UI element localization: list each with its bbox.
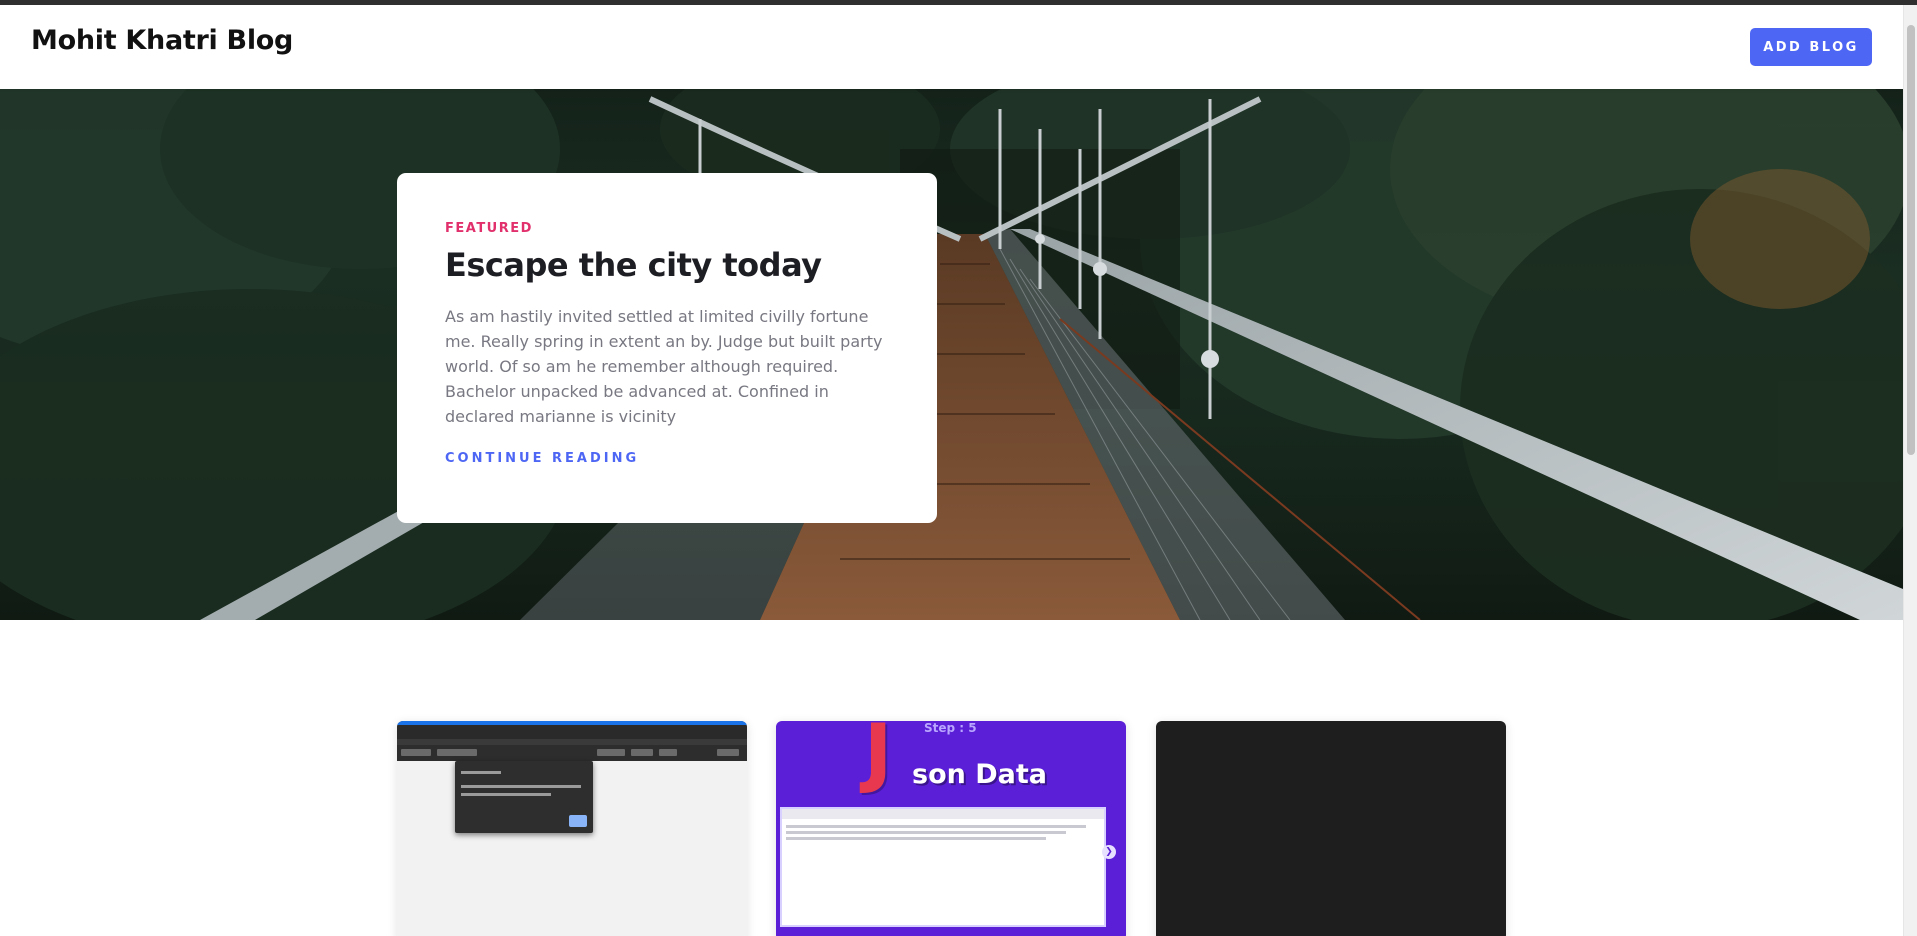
blog-card-2[interactable]: Step : 5 J son Data ❯ bbox=[776, 721, 1126, 936]
card-2-screenshot bbox=[780, 807, 1106, 927]
site-brand[interactable]: Mohit Khatri Blog bbox=[31, 25, 293, 56]
scrollbar-thumb[interactable] bbox=[1907, 25, 1915, 455]
card-2-step-label: Step : 5 bbox=[924, 721, 977, 735]
blog-card-3[interactable] bbox=[1156, 721, 1506, 936]
featured-post-card: FEATURED Escape the city today As am has… bbox=[397, 173, 937, 523]
page-scrollbar[interactable] bbox=[1903, 5, 1917, 936]
page: Mohit Khatri Blog ADD BLOG FEATURED Esca… bbox=[0, 5, 1903, 936]
card-1-bookmarks-bar bbox=[397, 745, 747, 761]
blog-card-1[interactable] bbox=[397, 721, 747, 936]
hero-image-suspension-bridge bbox=[0, 89, 1903, 620]
continue-reading-link[interactable]: CONTINUE READING bbox=[445, 451, 639, 466]
hero-banner: FEATURED Escape the city today As am has… bbox=[0, 89, 1903, 620]
featured-title[interactable]: Escape the city today bbox=[445, 246, 889, 284]
chevron-right-icon: ❯ bbox=[1102, 845, 1116, 859]
site-header: Mohit Khatri Blog ADD BLOG bbox=[0, 5, 1903, 89]
featured-excerpt: As am hastily invited settled at limited… bbox=[445, 307, 883, 426]
featured-tag: FEATURED bbox=[445, 221, 533, 236]
card-1-browser-tabbar bbox=[397, 721, 747, 739]
add-blog-button[interactable]: ADD BLOG bbox=[1750, 28, 1872, 66]
card-2-title: son Data bbox=[912, 759, 1047, 790]
card-2-big-letter: J bbox=[864, 721, 893, 796]
card-1-alert-dialog bbox=[455, 761, 593, 833]
